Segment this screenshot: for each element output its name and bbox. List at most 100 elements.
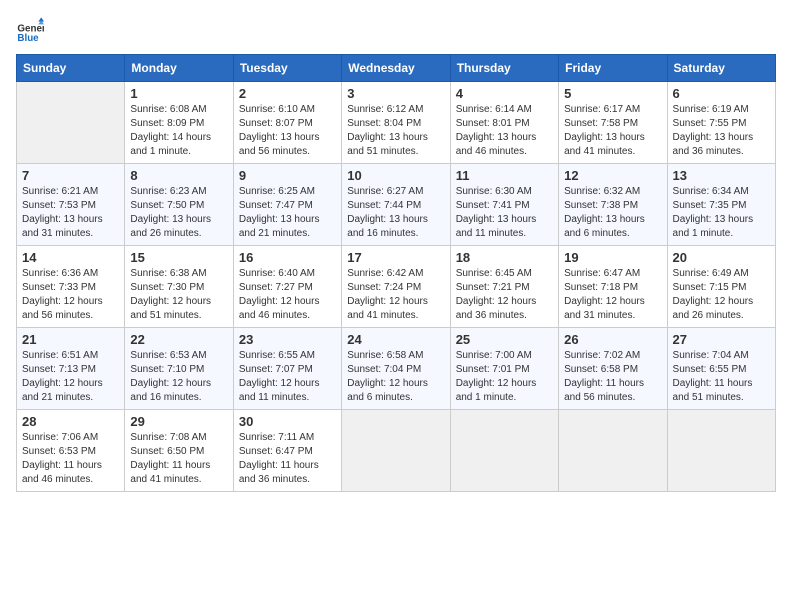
day-number: 26 — [564, 332, 661, 347]
day-info: Sunrise: 6:17 AM Sunset: 7:58 PM Dayligh… — [564, 103, 661, 159]
calendar-cell: 13 Sunrise: 6:34 AM Sunset: 7:35 PM Dayli… — [667, 164, 775, 246]
calendar-cell: 28 Sunrise: 7:06 AM Sunset: 6:53 PM Dayli… — [17, 410, 125, 492]
day-info: Sunrise: 6:38 AM Sunset: 7:30 PM Dayligh… — [130, 267, 227, 323]
day-number: 24 — [347, 332, 444, 347]
calendar-cell: 19 Sunrise: 6:47 AM Sunset: 7:18 PM Dayli… — [559, 246, 667, 328]
day-info: Sunrise: 7:00 AM Sunset: 7:01 PM Dayligh… — [456, 349, 553, 405]
calendar-cell — [450, 410, 558, 492]
day-info: Sunrise: 6:27 AM Sunset: 7:44 PM Dayligh… — [347, 185, 444, 241]
day-number: 4 — [456, 86, 553, 101]
calendar-header-row: SundayMondayTuesdayWednesdayThursdayFrid… — [17, 55, 776, 82]
weekday-header-sunday: Sunday — [17, 55, 125, 82]
day-info: Sunrise: 6:19 AM Sunset: 7:55 PM Dayligh… — [673, 103, 770, 159]
day-number: 30 — [239, 414, 336, 429]
day-number: 19 — [564, 250, 661, 265]
calendar-cell: 2 Sunrise: 6:10 AM Sunset: 8:07 PM Daylig… — [233, 82, 341, 164]
day-info: Sunrise: 6:08 AM Sunset: 8:09 PM Dayligh… — [130, 103, 227, 159]
day-number: 14 — [22, 250, 119, 265]
svg-text:Blue: Blue — [17, 33, 39, 44]
calendar-week-row: 7 Sunrise: 6:21 AM Sunset: 7:53 PM Daylig… — [17, 164, 776, 246]
day-number: 20 — [673, 250, 770, 265]
calendar-cell — [667, 410, 775, 492]
calendar-week-row: 14 Sunrise: 6:36 AM Sunset: 7:33 PM Dayli… — [17, 246, 776, 328]
calendar-cell: 1 Sunrise: 6:08 AM Sunset: 8:09 PM Daylig… — [125, 82, 233, 164]
day-number: 9 — [239, 168, 336, 183]
day-info: Sunrise: 6:49 AM Sunset: 7:15 PM Dayligh… — [673, 267, 770, 323]
weekday-header-saturday: Saturday — [667, 55, 775, 82]
calendar-cell: 16Sunrise: 6:40 AM Sunset: 7:27 PM Dayli… — [233, 246, 341, 328]
day-info: Sunrise: 6:10 AM Sunset: 8:07 PM Dayligh… — [239, 103, 336, 159]
day-info: Sunrise: 7:08 AM Sunset: 6:50 PM Dayligh… — [130, 431, 227, 487]
day-info: Sunrise: 6:51 AM Sunset: 7:13 PM Dayligh… — [22, 349, 119, 405]
day-number: 15 — [130, 250, 227, 265]
day-info: Sunrise: 6:21 AM Sunset: 7:53 PM Dayligh… — [22, 185, 119, 241]
day-info: Sunrise: 7:02 AM Sunset: 6:58 PM Dayligh… — [564, 349, 661, 405]
calendar-cell: 5 Sunrise: 6:17 AM Sunset: 7:58 PM Daylig… — [559, 82, 667, 164]
calendar-week-row: 1 Sunrise: 6:08 AM Sunset: 8:09 PM Daylig… — [17, 82, 776, 164]
day-info: Sunrise: 6:42 AM Sunset: 7:24 PM Dayligh… — [347, 267, 444, 323]
page-header: General Blue — [16, 16, 776, 44]
day-info: Sunrise: 6:53 AM Sunset: 7:10 PM Dayligh… — [130, 349, 227, 405]
day-number: 12 — [564, 168, 661, 183]
calendar-cell: 7 Sunrise: 6:21 AM Sunset: 7:53 PM Daylig… — [17, 164, 125, 246]
weekday-header-monday: Monday — [125, 55, 233, 82]
day-info: Sunrise: 6:14 AM Sunset: 8:01 PM Dayligh… — [456, 103, 553, 159]
day-info: Sunrise: 6:55 AM Sunset: 7:07 PM Dayligh… — [239, 349, 336, 405]
calendar-cell: 25 Sunrise: 7:00 AM Sunset: 7:01 PM Dayli… — [450, 328, 558, 410]
calendar-cell: 23 Sunrise: 6:55 AM Sunset: 7:07 PM Dayli… — [233, 328, 341, 410]
day-number: 18 — [456, 250, 553, 265]
weekday-header-wednesday: Wednesday — [342, 55, 450, 82]
calendar-week-row: 28 Sunrise: 7:06 AM Sunset: 6:53 PM Dayli… — [17, 410, 776, 492]
calendar-cell: 15 Sunrise: 6:38 AM Sunset: 7:30 PM Dayli… — [125, 246, 233, 328]
day-number: 21 — [22, 332, 119, 347]
day-info: Sunrise: 6:47 AM Sunset: 7:18 PM Dayligh… — [564, 267, 661, 323]
calendar-cell — [342, 410, 450, 492]
day-number: 29 — [130, 414, 227, 429]
day-info: Sunrise: 6:30 AM Sunset: 7:41 PM Dayligh… — [456, 185, 553, 241]
day-info: Sunrise: 6:58 AM Sunset: 7:04 PM Dayligh… — [347, 349, 444, 405]
day-info: Sunrise: 6:25 AM Sunset: 7:47 PM Dayligh… — [239, 185, 336, 241]
calendar-cell: 26 Sunrise: 7:02 AM Sunset: 6:58 PM Dayli… — [559, 328, 667, 410]
day-number: 5 — [564, 86, 661, 101]
calendar-cell: 22Sunrise: 6:53 AM Sunset: 7:10 PM Dayli… — [125, 328, 233, 410]
calendar-cell: 8Sunrise: 6:23 AM Sunset: 7:50 PM Daylig… — [125, 164, 233, 246]
weekday-header-tuesday: Tuesday — [233, 55, 341, 82]
calendar-cell: 6 Sunrise: 6:19 AM Sunset: 7:55 PM Daylig… — [667, 82, 775, 164]
calendar-cell: 9 Sunrise: 6:25 AM Sunset: 7:47 PM Daylig… — [233, 164, 341, 246]
calendar-cell: 17 Sunrise: 6:42 AM Sunset: 7:24 PM Dayli… — [342, 246, 450, 328]
day-info: Sunrise: 6:34 AM Sunset: 7:35 PM Dayligh… — [673, 185, 770, 241]
day-info: Sunrise: 6:23 AM Sunset: 7:50 PM Dayligh… — [130, 185, 227, 241]
calendar-cell: 20 Sunrise: 6:49 AM Sunset: 7:15 PM Dayli… — [667, 246, 775, 328]
calendar-cell — [559, 410, 667, 492]
day-info: Sunrise: 7:06 AM Sunset: 6:53 PM Dayligh… — [22, 431, 119, 487]
day-number: 17 — [347, 250, 444, 265]
day-number: 2 — [239, 86, 336, 101]
day-number: 3 — [347, 86, 444, 101]
day-info: Sunrise: 6:36 AM Sunset: 7:33 PM Dayligh… — [22, 267, 119, 323]
calendar-cell: 30 Sunrise: 7:11 AM Sunset: 6:47 PM Dayli… — [233, 410, 341, 492]
calendar-cell: 21 Sunrise: 6:51 AM Sunset: 7:13 PM Dayli… — [17, 328, 125, 410]
day-info: Sunrise: 6:45 AM Sunset: 7:21 PM Dayligh… — [456, 267, 553, 323]
day-number: 23 — [239, 332, 336, 347]
calendar-cell: 4 Sunrise: 6:14 AM Sunset: 8:01 PM Daylig… — [450, 82, 558, 164]
calendar-cell — [17, 82, 125, 164]
day-number: 13 — [673, 168, 770, 183]
day-number: 25 — [456, 332, 553, 347]
calendar-cell: 14 Sunrise: 6:36 AM Sunset: 7:33 PM Dayli… — [17, 246, 125, 328]
calendar-cell: 18 Sunrise: 6:45 AM Sunset: 7:21 PM Dayli… — [450, 246, 558, 328]
day-number: 7 — [22, 168, 119, 183]
calendar-cell: 12 Sunrise: 6:32 AM Sunset: 7:38 PM Dayli… — [559, 164, 667, 246]
day-number: 28 — [22, 414, 119, 429]
logo: General Blue — [16, 16, 48, 44]
calendar-week-row: 21 Sunrise: 6:51 AM Sunset: 7:13 PM Dayli… — [17, 328, 776, 410]
day-number: 11 — [456, 168, 553, 183]
calendar-cell: 29 Sunrise: 7:08 AM Sunset: 6:50 PM Dayli… — [125, 410, 233, 492]
day-number: 6 — [673, 86, 770, 101]
day-info: Sunrise: 6:32 AM Sunset: 7:38 PM Dayligh… — [564, 185, 661, 241]
calendar-cell: 3Sunrise: 6:12 AM Sunset: 8:04 PM Daylig… — [342, 82, 450, 164]
day-info: Sunrise: 7:11 AM Sunset: 6:47 PM Dayligh… — [239, 431, 336, 487]
day-info: Sunrise: 7:04 AM Sunset: 6:55 PM Dayligh… — [673, 349, 770, 405]
day-info: Sunrise: 6:40 AM Sunset: 7:27 PM Dayligh… — [239, 267, 336, 323]
day-number: 1 — [130, 86, 227, 101]
weekday-header-thursday: Thursday — [450, 55, 558, 82]
